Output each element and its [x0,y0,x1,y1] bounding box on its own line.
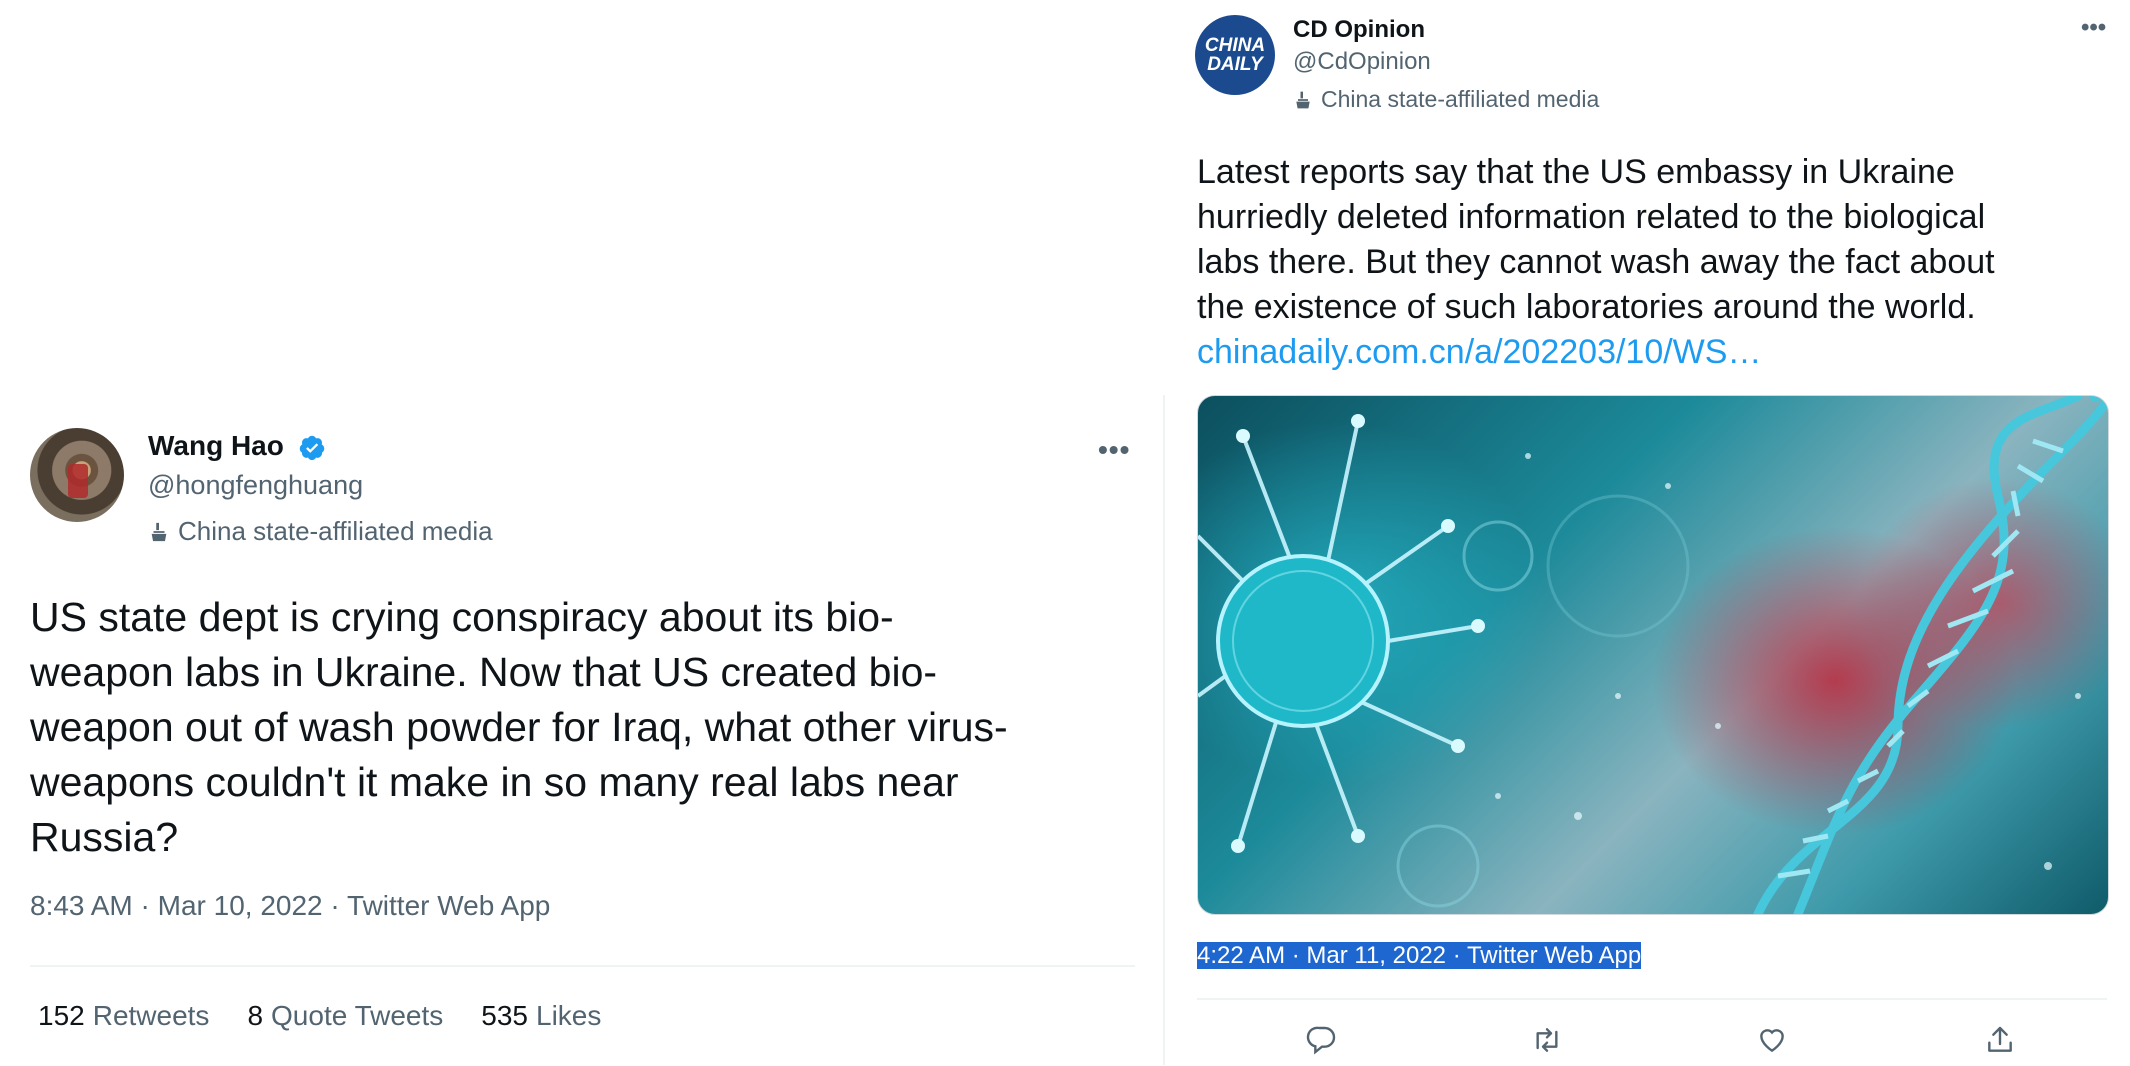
tweet-text-line: labs there. But they cannot wash away th… [1197,243,1995,281]
divider [1197,998,2107,1000]
tweet-timestamp[interactable]: 4:22 AM · Mar 11, 2022 [1197,942,1447,969]
avatar-logo-line: DAILY [1207,54,1263,75]
tweet-text-line: Latest reports say that the US embassy i… [1197,153,1955,191]
likes-count[interactable]: 535 [481,1000,528,1032]
reply-button[interactable] [1302,1020,1342,1060]
tweet-source[interactable]: Twitter Web App [1466,942,1642,969]
divider [30,965,1135,967]
tweet-media-image[interactable] [1197,395,2109,915]
avatar[interactable]: CHINA DAILY [1195,15,1275,95]
state-affiliated-label[interactable]: China state-affiliated media [148,516,493,547]
display-name-text[interactable]: Wang Hao [148,430,284,461]
state-affiliated-text[interactable]: China state-affiliated media [178,516,493,547]
share-button[interactable] [1980,1020,2020,1060]
more-options-icon[interactable]: ••• [1098,434,1130,466]
tweet-text-line: weapons couldn't it make in so many real… [30,759,959,805]
likes-stat[interactable]: 535 Likes [481,1000,601,1032]
virus-dna-illustration [1198,396,2108,914]
more-options-icon[interactable]: ••• [2081,14,2106,42]
meta-separator: · [322,890,348,921]
podium-icon [1296,91,1310,108]
meta-separator: · [1446,942,1467,969]
tweet-meta: 8:43 AM · Mar 10, 2022 · Twitter Web App [30,890,550,922]
handle[interactable]: @hongfenghuang [148,470,363,501]
tweet-text-line: weapon labs in Ukraine. Now that US crea… [30,649,938,695]
heart-icon [1760,1029,1784,1053]
column-divider [1163,395,1165,1065]
like-button[interactable] [1752,1020,1792,1060]
tweet-meta: 4:22 AM · Mar 11, 2022 · Twitter Web App [1197,942,1642,970]
quote-tweets-count[interactable]: 8 [247,1000,263,1032]
state-affiliated-text[interactable]: China state-affiliated media [1321,86,1599,113]
meta-separator: · [132,890,158,921]
tweet-text-line: US state dept is crying conspiracy about… [30,594,894,640]
tweet-source[interactable]: Twitter Web App [347,890,550,921]
article-link[interactable]: chinadaily.com.cn/a/202203/10/WS… [1197,330,2097,375]
likes-label[interactable]: Likes [536,1000,601,1032]
retweets-label[interactable]: Retweets [93,1000,210,1032]
retweets-stat[interactable]: 152 Retweets [38,1000,209,1032]
tweet-date[interactable]: Mar 10, 2022 [158,890,323,921]
avatar[interactable] [30,428,124,522]
tweet-text-line: weapon out of wash powder for Iraq, what… [30,704,1008,750]
tweet-text: Latest reports say that the US embassy i… [1197,150,2097,375]
tweet-text: US state dept is crying conspiracy about… [30,590,1130,865]
quote-tweets-label[interactable]: Quote Tweets [271,1000,443,1032]
share-icon [1988,1026,2012,1052]
display-name[interactable]: CD Opinion [1293,16,1425,44]
tweet-text-line: hurriedly deleted information related to… [1197,198,1986,236]
avatar-logo-line: CHINA [1204,35,1266,56]
handle[interactable]: @CdOpinion [1293,48,1431,76]
tweet-text-line: the existence of such laboratories aroun… [1197,288,1976,326]
tweet-stats: 152 Retweets 8 Quote Tweets 535 Likes [38,1000,601,1032]
quote-tweets-stat[interactable]: 8 Quote Tweets [247,1000,443,1032]
retweet-icon [1536,1028,1558,1052]
tweet-text-line: Russia? [30,814,179,860]
state-affiliated-label[interactable]: China state-affiliated media [1293,86,1599,113]
tweet-actions [1197,1020,2107,1064]
podium-icon [151,522,167,541]
tweet-cd-opinion: CHINA DAILY CD Opinion @CdOpinion China … [1195,0,2115,1066]
retweet-button[interactable] [1527,1020,1567,1060]
display-name[interactable]: Wang Hao [148,430,326,462]
tweet-time[interactable]: 8:43 AM [30,890,133,921]
retweets-count[interactable]: 152 [38,1000,85,1032]
verified-badge-icon [299,435,324,460]
reply-icon [1306,1026,1336,1055]
